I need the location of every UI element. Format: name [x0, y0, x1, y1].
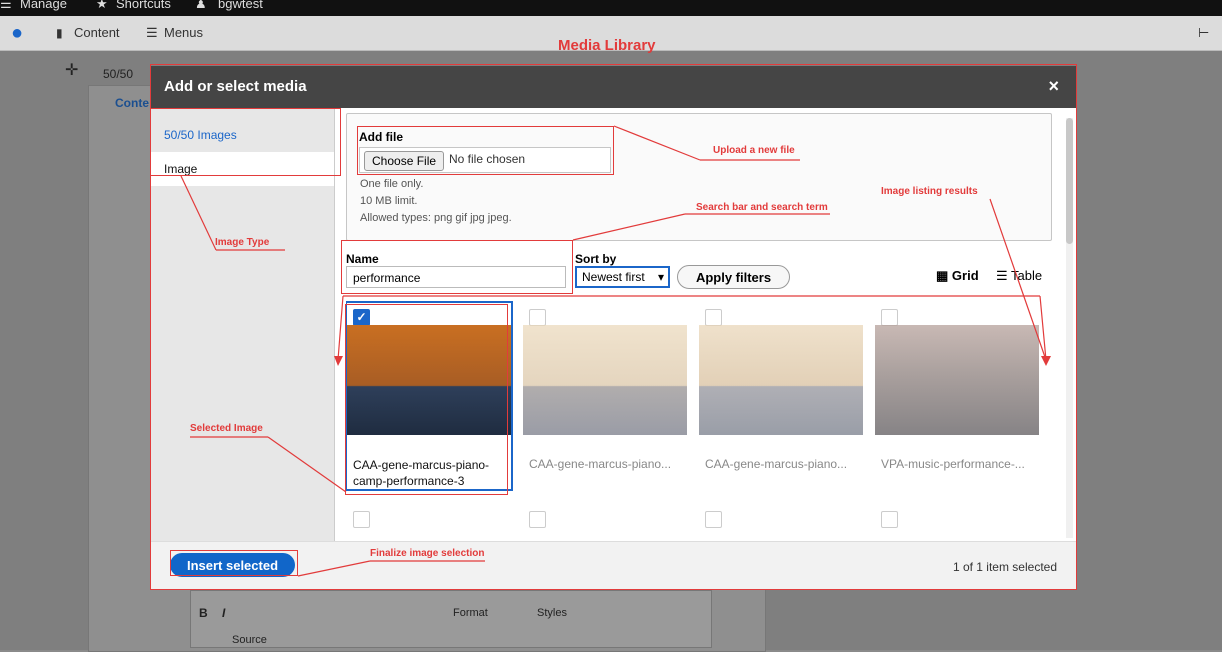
italic-button[interactable]: I — [222, 606, 225, 620]
shortcuts-link[interactable]: Shortcuts — [116, 0, 171, 11]
annotation-upload-label: Upload a new file — [713, 145, 795, 156]
annotation-image-listing-label: Image listing results — [881, 186, 978, 197]
document-icon: ▮ — [56, 26, 63, 40]
toolbar-content[interactable]: ▮ Content — [52, 16, 120, 50]
collapse-icon[interactable]: ⊢ — [1198, 16, 1209, 50]
bold-button[interactable]: B — [199, 606, 208, 620]
annotation-search-label: Search bar and search term — [696, 202, 828, 213]
content-tab[interactable]: Conte — [115, 96, 149, 110]
editor-toolbar: B I Format Styles Source — [190, 590, 712, 648]
annotation-upload-box — [357, 126, 614, 175]
source-button[interactable]: Source — [232, 634, 267, 646]
drupal-logo-icon[interactable]: ● — [0, 16, 34, 50]
row-label: 50/50 — [103, 67, 134, 81]
styles-dropdown[interactable]: Styles — [537, 607, 567, 619]
format-dropdown[interactable]: Format — [453, 607, 488, 619]
menu-icon: ☰ — [146, 25, 158, 40]
annotation-insert-box — [170, 550, 298, 576]
user-link[interactable]: bgwtest — [218, 0, 263, 11]
annotation-selected-box — [345, 304, 508, 495]
annotation-image-type-label: Image Type — [215, 237, 270, 248]
annotation-finalize-label: Finalize image selection — [370, 548, 485, 559]
top-admin-bar: ☰ Manage ★ Shortcuts ♟ bgwtest — [0, 0, 1222, 16]
manage-link[interactable]: Manage — [20, 0, 67, 11]
media-library-label: Media Library — [558, 37, 656, 54]
manage-icon[interactable]: ☰ — [0, 0, 12, 12]
annotation-search-box — [341, 240, 573, 294]
toolbar-menus[interactable]: ☰ Menus — [142, 16, 203, 50]
drag-handle-icon[interactable]: ✛ — [65, 60, 78, 80]
star-icon[interactable]: ★ — [96, 0, 108, 12]
annotation-selected-label: Selected Image — [190, 423, 263, 434]
annotation-image-type-box — [150, 108, 341, 176]
user-icon[interactable]: ♟ — [195, 0, 207, 12]
